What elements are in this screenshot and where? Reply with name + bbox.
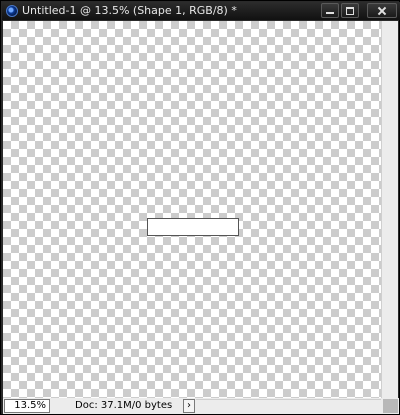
document-size-info: Doc: 37.1M/0 bytes xyxy=(75,400,173,411)
minimize-button[interactable] xyxy=(321,3,339,18)
document-window: Untitled-1 @ 13.5% (Shape 1, RGB/8) * 13… xyxy=(0,0,400,415)
zoom-level-field[interactable]: 13.5% xyxy=(4,399,50,413)
shape-layer-rectangle[interactable] xyxy=(147,218,239,236)
horizontal-scrollbar[interactable] xyxy=(196,399,381,413)
photoshop-app-icon[interactable] xyxy=(6,5,18,17)
chevron-right-icon: › xyxy=(187,400,191,411)
vertical-scrollbar[interactable] xyxy=(381,21,398,398)
status-bar: 13.5% Doc: 37.1M/0 bytes › xyxy=(3,398,399,414)
status-menu-button[interactable]: › xyxy=(183,399,195,413)
title-bar[interactable]: Untitled-1 @ 13.5% (Shape 1, RGB/8) * xyxy=(2,2,400,20)
close-button[interactable] xyxy=(367,3,397,18)
window-title: Untitled-1 @ 13.5% (Shape 1, RGB/8) * xyxy=(22,4,237,17)
maximize-button[interactable] xyxy=(341,3,359,18)
scrollbar-corner xyxy=(383,399,398,413)
document-canvas[interactable] xyxy=(3,21,381,398)
